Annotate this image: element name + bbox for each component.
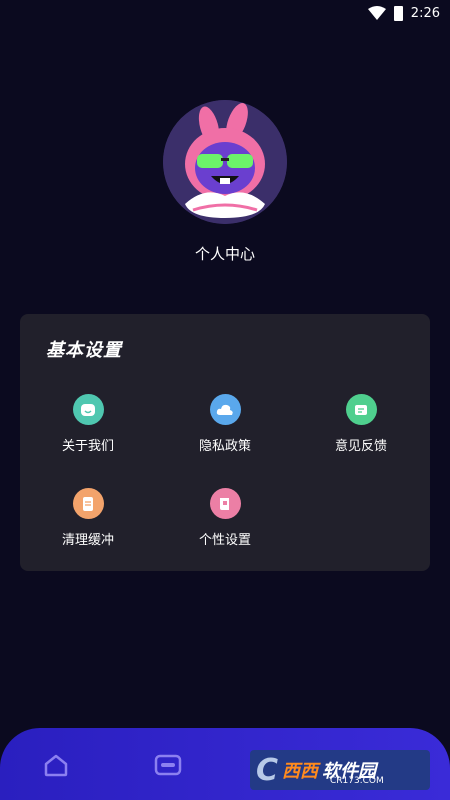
settings-card: 基本设置 关于我们 隐私政策 意见反馈 清理缓冲 个性设置 — [20, 314, 430, 571]
home-icon — [44, 754, 68, 777]
toggle-icon — [154, 754, 182, 776]
card-title: 基本设置 — [46, 340, 122, 361]
battery-icon — [393, 5, 403, 21]
status-time: 2:26 — [410, 5, 440, 21]
page-title: 个人中心 — [194, 245, 255, 263]
privacy-policy-label: 隐私政策 — [198, 439, 251, 454]
privacy-policy-button[interactable]: 隐私政策 — [165, 394, 285, 454]
message-icon — [345, 394, 377, 425]
personalize-button[interactable]: 个性设置 — [165, 488, 285, 548]
avatar-image — [163, 100, 287, 224]
about-us-button[interactable]: 关于我们 — [28, 394, 148, 454]
wifi-icon — [367, 6, 386, 20]
status-bar: 2:26 — [0, 0, 450, 26]
watermark: C 西西 软件园 CR173.COM — [250, 750, 430, 790]
personalize-label: 个性设置 — [198, 533, 251, 548]
watermark-url: CR173.COM — [330, 776, 384, 786]
feedback-button[interactable]: 意见反馈 — [301, 394, 421, 454]
about-us-label: 关于我们 — [61, 439, 114, 454]
watermark-main: 西西 — [282, 761, 319, 782]
avatar[interactable] — [163, 100, 287, 224]
cloud-icon — [209, 394, 241, 425]
document-icon — [72, 488, 104, 519]
smile-icon — [72, 394, 104, 425]
clear-cache-label: 清理缓冲 — [61, 533, 114, 548]
tab-home[interactable] — [41, 750, 71, 780]
feedback-label: 意见反馈 — [334, 439, 387, 454]
watermark-logo-icon: C — [256, 752, 279, 788]
book-icon — [209, 488, 241, 519]
tab-toggle[interactable] — [153, 750, 183, 780]
clear-cache-button[interactable]: 清理缓冲 — [28, 488, 148, 548]
